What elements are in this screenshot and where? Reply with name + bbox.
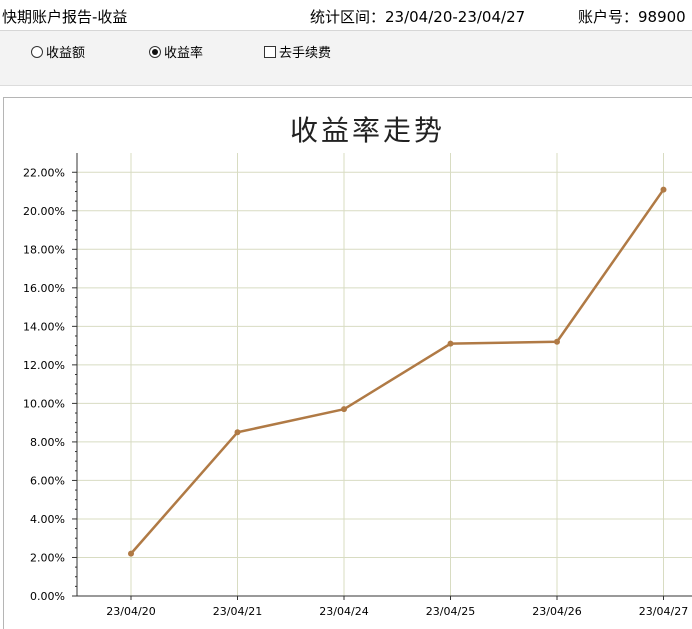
x-tick-label: 23/04/24 — [319, 605, 368, 618]
data-point — [234, 429, 241, 436]
profit-rate-chart: 0.00% 2.00% 4.00% 6.00% 8.00% 10.00% 12.00% 14.… — [23, 153, 692, 618]
y-tick-label: 14.00% — [23, 320, 65, 333]
data-point — [660, 186, 667, 193]
data-point — [341, 406, 347, 413]
y-tick-label: 4.00% — [30, 513, 65, 526]
y-tick-label: 16.00% — [23, 282, 65, 295]
x-tick-label: 23/04/26 — [532, 605, 581, 618]
x-tick-label: 23/04/25 — [426, 605, 475, 618]
y-tick-label: 8.00% — [30, 436, 65, 449]
y-tick-label: 2.00% — [30, 551, 65, 564]
y-tick-label: 6.00% — [30, 474, 65, 487]
x-tick-label: 23/04/21 — [213, 605, 262, 618]
data-point — [554, 338, 560, 345]
x-tick-label: 23/04/20 — [106, 605, 155, 618]
x-tick-label: 23/04/27 — [639, 605, 688, 618]
y-tick-label: 0.00% — [30, 590, 65, 603]
y-tick-label: 18.00% — [23, 243, 65, 256]
series-line — [130, 188, 665, 555]
data-point — [128, 550, 134, 557]
data-point — [447, 340, 454, 347]
y-tick-label: 10.00% — [23, 397, 65, 410]
y-tick-label: 20.00% — [23, 205, 65, 218]
y-tick-label: 12.00% — [23, 359, 65, 372]
y-tick-label: 22.00% — [23, 166, 65, 179]
